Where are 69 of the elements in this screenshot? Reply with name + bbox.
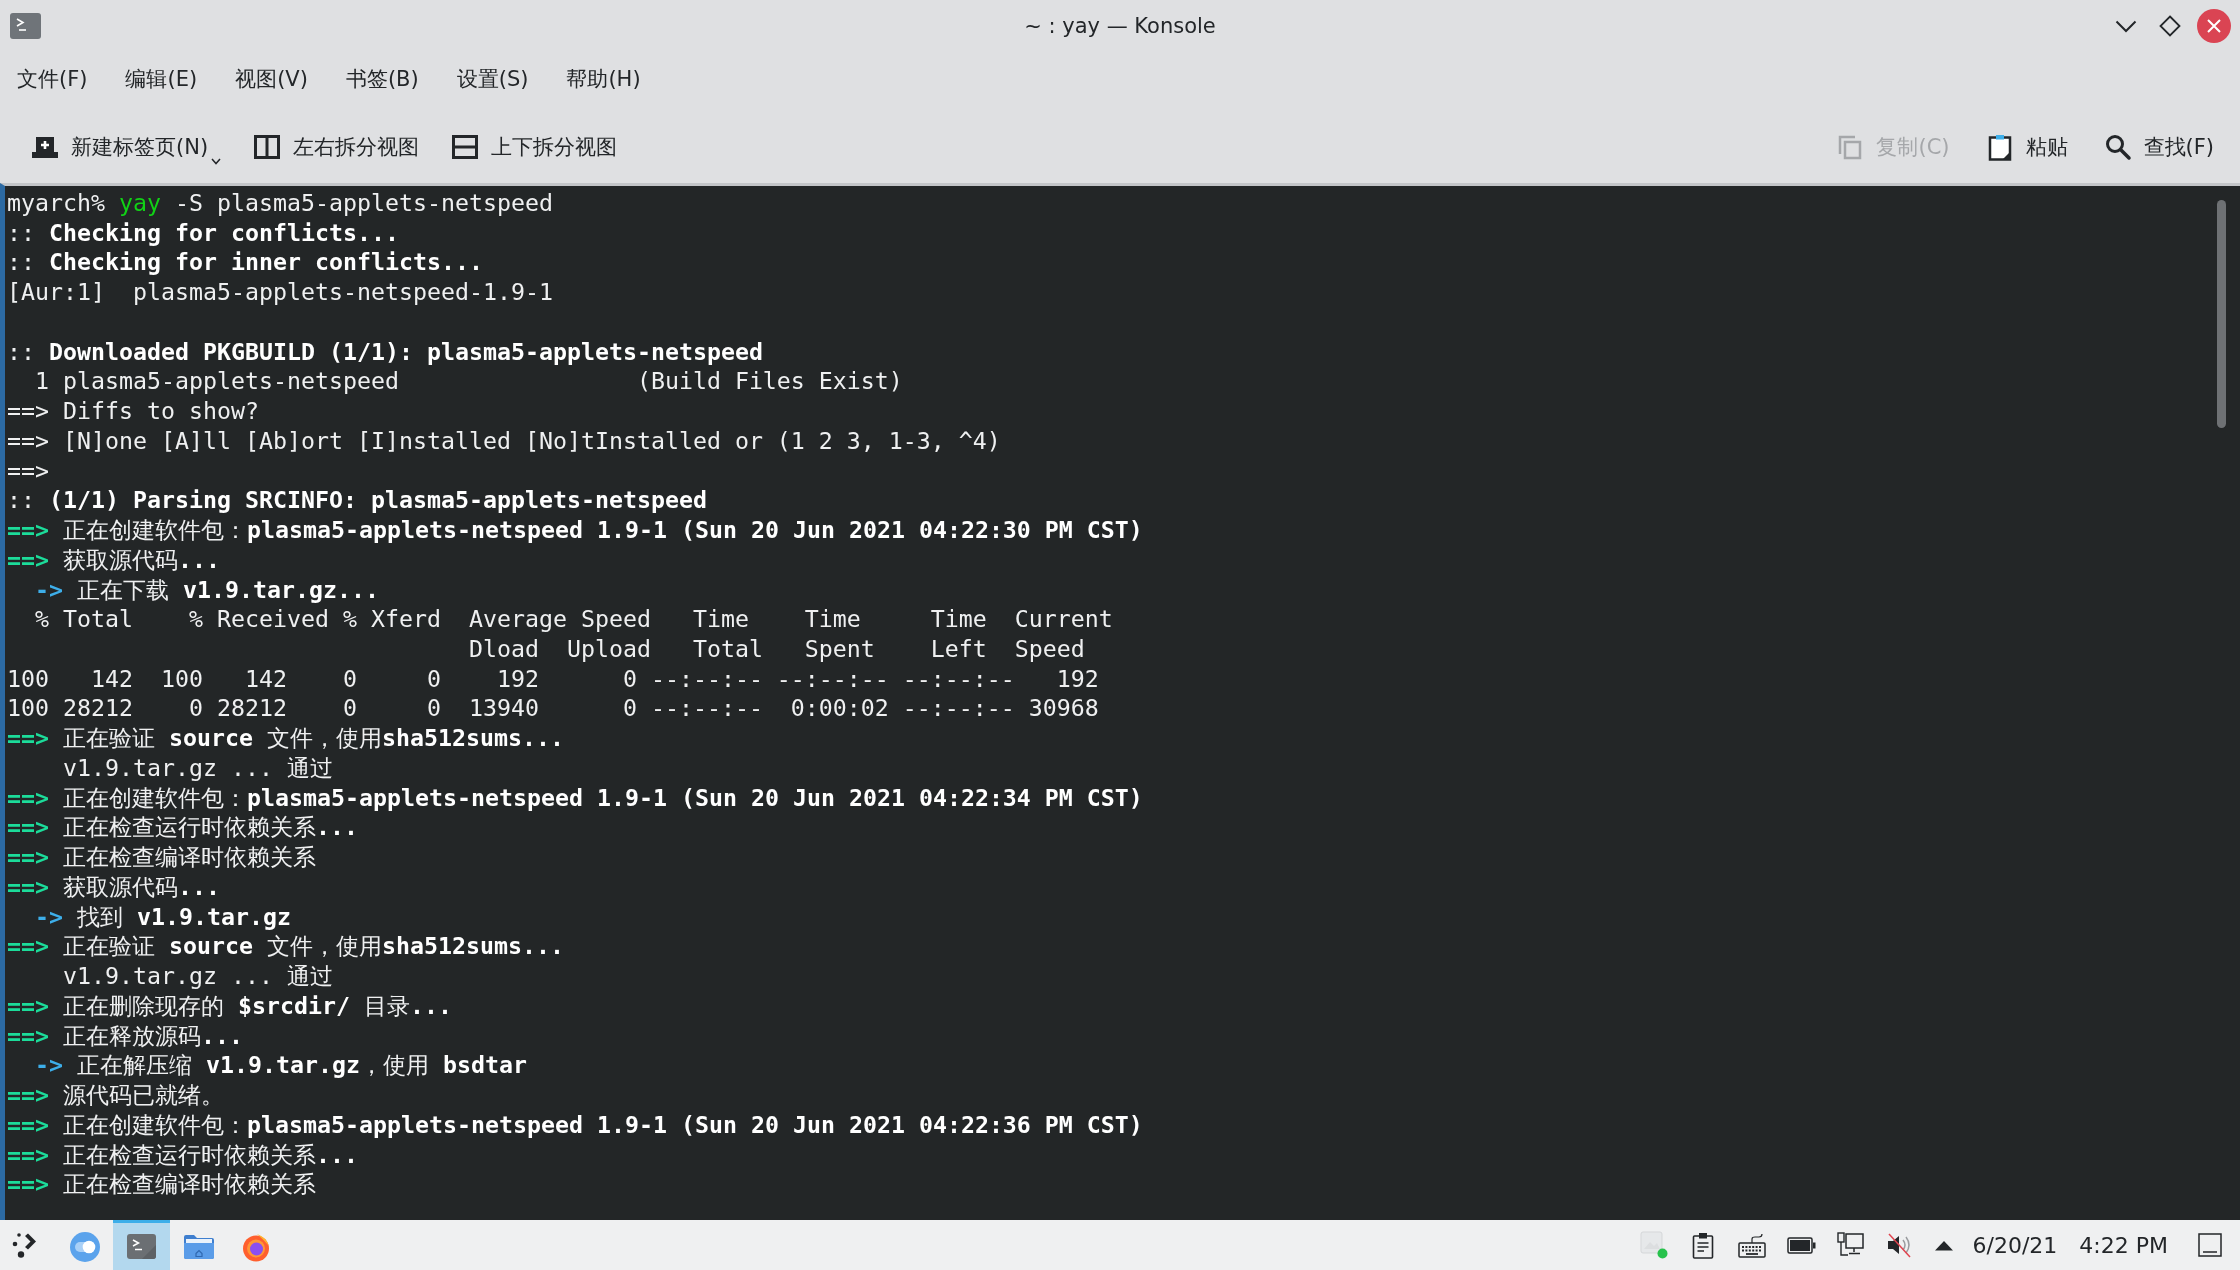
- folder-icon[interactable]: [182, 1233, 215, 1260]
- task-button[interactable]: [113, 1220, 170, 1270]
- split-rows-icon[interactable]: [451, 132, 480, 161]
- menu-item[interactable]: 帮助(H): [564, 63, 643, 95]
- terminal-line: :: Checking for conflicts...: [7, 217, 399, 248]
- toolbar-button[interactable]: 上下拆分视图: [445, 125, 624, 168]
- terminal-line: ==> 正在检查编译时依赖关系: [7, 1169, 316, 1199]
- speaker-muted-icon[interactable]: [1885, 1231, 1914, 1259]
- window-title: ~ : yay — Konsole: [1024, 14, 1216, 38]
- terminal-line: ==> 获取源代码...: [7, 871, 220, 902]
- clipboard-icon[interactable]: [1692, 1231, 1715, 1259]
- terminal-line: :: (1/1) Parsing SRCINFO: plasma5-applets-netspeed: [7, 485, 707, 516]
- terminal-line: ==> 正在检查运行时依赖关系...: [7, 812, 358, 843]
- terminal-line: ==> 正在创建软件包：plasma5-applets-netspeed 1.9-1 (Sun 20 Jun 2021 04:22:34 PM CST): [7, 782, 1143, 813]
- terminal-line: [Aur:1] plasma5-applets-netspeed-1.9-1: [7, 277, 553, 307]
- terminal-line: % Total % Received % Xferd Average Speed Time Time Time Current: [34, 604, 1113, 634]
- caret-up-icon[interactable]: [1933, 1239, 1954, 1251]
- clock-time[interactable]: 4:22 PM: [2079, 1232, 2168, 1258]
- menu-item[interactable]: 书签(B): [343, 63, 421, 95]
- terminal-line: v1.9.tar.gz ... 通过: [62, 961, 333, 991]
- terminal-line: ==> [N]one [A]ll [Ab]ort [I]nstalled [No]tInstalled or (1 2 3, 1-3, ^4): [7, 425, 1001, 456]
- search-icon[interactable]: [2103, 132, 2132, 161]
- toolbar-button[interactable]: 新建标签页(N): [25, 125, 228, 168]
- toolbar-button[interactable]: 查找(F): [2097, 125, 2220, 168]
- terminal-line: ==> 正在创建软件包：plasma5-applets-netspeed 1.9-1 (Sun 20 Jun 2021 04:22:30 PM CST): [7, 515, 1143, 545]
- terminal-line: v1.9.tar.gz ... 通过: [62, 752, 333, 783]
- chevron-down-icon[interactable]: [2115, 19, 2137, 33]
- keyboard-icon[interactable]: [1738, 1232, 1767, 1258]
- menu-item[interactable]: 视图(V): [233, 63, 310, 95]
- terminal-line: Dload Upload Total Spent Left Speed: [467, 634, 1085, 664]
- terminal-line: ==> 获取源代码...: [7, 544, 220, 575]
- menu-item[interactable]: 编辑(E): [123, 63, 200, 95]
- wired-monitor-icon[interactable]: [1836, 1232, 1864, 1258]
- clock-date[interactable]: 6/20/21: [1972, 1232, 2058, 1258]
- terminal-line: ==> 正在验证 source 文件，使用sha512sums...: [7, 931, 564, 962]
- terminal-line: ==>: [7, 455, 49, 486]
- split-columns-icon[interactable]: [253, 132, 282, 161]
- square-outline-icon[interactable]: [2198, 1233, 2222, 1257]
- terminal-line: ==> 正在检查编译时依赖关系: [7, 842, 316, 872]
- terminal-line: myarch% yay -S plasma5-applets-netspeed: [7, 188, 553, 218]
- caret-icon[interactable]: [211, 157, 222, 165]
- scrollbar-thumb[interactable]: [2217, 200, 2226, 428]
- menu-item[interactable]: 文件(F): [15, 63, 90, 95]
- terminal-line: ==> Diffs to show?: [7, 396, 259, 426]
- toggle-icon[interactable]: [69, 1231, 100, 1262]
- toolbar-button[interactable]: 左右拆分视图: [247, 125, 426, 168]
- terminal-line: -> 正在下载 v1.9.tar.gz...: [34, 574, 379, 605]
- toolbar-button[interactable]: 粘贴: [1979, 125, 2074, 168]
- close-button[interactable]: [2197, 9, 2231, 43]
- terminal-line: ==> 正在删除现存的 $srcdir/ 目录...: [7, 990, 452, 1021]
- terminal-line: 1 plasma5-applets-netspeed (Build Files Exist): [34, 366, 903, 397]
- terminal-icon[interactable]: [127, 1234, 156, 1259]
- terminal-line: ==> 正在创建软件包：plasma5-applets-netspeed 1.9-1 (Sun 20 Jun 2021 04:22:36 PM CST): [7, 1109, 1143, 1140]
- terminal-line: 100 142 100 142 0 0 192 0 --:--:-- --:--:-- --:--:-- 192: [7, 663, 1099, 694]
- terminal-line: ==> 正在释放源码...: [7, 1020, 243, 1051]
- terminal-line: ==> 源代码已就绪。: [7, 1080, 224, 1110]
- close-icon[interactable]: [2207, 19, 2221, 33]
- terminal-line: ==> 正在验证 source 文件，使用sha512sums...: [7, 723, 564, 753]
- terminal-line: :: Downloaded PKGBUILD (1/1): plasma5-applets-netspeed: [7, 336, 763, 367]
- terminal-line: ==> 正在检查运行时依赖关系...: [7, 1139, 358, 1170]
- diamond-icon[interactable]: [2159, 15, 2181, 37]
- terminal-line: -> 找到 v1.9.tar.gz: [34, 901, 291, 932]
- terminal-line: 100 28212 0 28212 0 0 13940 0 --:--:-- 0:00:02 --:--:-- 30968: [7, 693, 1099, 724]
- launcher-icon[interactable]: [12, 1231, 38, 1259]
- battery-icon[interactable]: [1786, 1236, 1816, 1254]
- terminal-line: -> 正在解压缩 v1.9.tar.gz，使用 bsdtar: [34, 1050, 527, 1081]
- terminal-icon[interactable]: [10, 13, 41, 39]
- terminal-line: :: Checking for inner conflicts...: [7, 247, 483, 278]
- menu-item[interactable]: 设置(S): [454, 63, 531, 95]
